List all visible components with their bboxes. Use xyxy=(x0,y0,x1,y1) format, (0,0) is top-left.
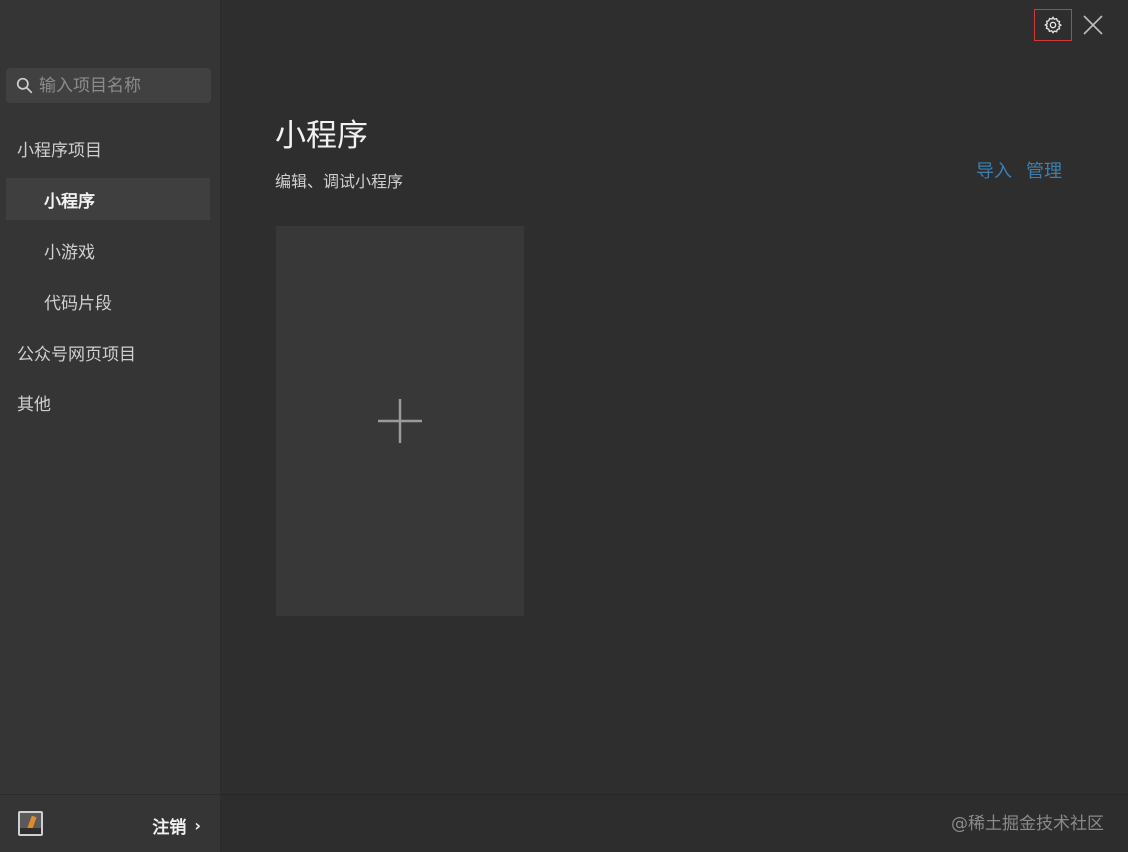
chevron-right-icon: › xyxy=(194,816,201,835)
sidebar-item-label: 代码片段 xyxy=(44,293,112,314)
plus-icon xyxy=(378,399,422,443)
search-input[interactable] xyxy=(39,75,199,96)
sidebar-item-label: 小游戏 xyxy=(44,242,95,263)
sidebar-item-other[interactable]: 其他 xyxy=(0,381,221,423)
avatar-base-shape xyxy=(20,828,41,834)
search-icon xyxy=(16,77,33,94)
logout-button[interactable]: 注销 › xyxy=(152,813,201,838)
close-button[interactable] xyxy=(1078,10,1108,40)
page-title: 小程序 xyxy=(275,118,368,154)
settings-button[interactable] xyxy=(1034,9,1072,41)
sidebar-item-label: 公众号网页项目 xyxy=(17,344,136,365)
sidebar-item-label: 小程序 xyxy=(44,191,95,212)
devtools-window: 小程序项目 小程序 小游戏 代码片段 公众号网页项目 其他 注销 › xyxy=(0,0,1128,852)
gear-icon xyxy=(1044,16,1063,34)
sidebar-item-label: 小程序项目 xyxy=(17,140,102,161)
avatar[interactable] xyxy=(18,811,43,836)
sidebar-item-label: 其他 xyxy=(17,394,51,415)
sidebar-item-miniprogram-projects[interactable]: 小程序项目 xyxy=(0,127,221,169)
manage-link[interactable]: 管理 xyxy=(1026,157,1062,183)
sidebar: 小程序项目 小程序 小游戏 代码片段 公众号网页项目 其他 注销 › xyxy=(0,0,221,852)
footer: @稀土掘金技术社区 xyxy=(222,794,1128,852)
watermark: @稀土掘金技术社区 xyxy=(951,814,1104,834)
page-subtitle: 编辑、调试小程序 xyxy=(275,172,404,191)
sidebar-item-minigame[interactable]: 小游戏 xyxy=(0,229,221,271)
sidebar-item-code-snippets[interactable]: 代码片段 xyxy=(0,280,221,322)
window-controls xyxy=(1034,8,1108,42)
user-bar: 注销 › xyxy=(0,794,221,852)
sidebar-item-miniprogram[interactable]: 小程序 xyxy=(6,178,210,220)
logout-label: 注销 xyxy=(152,818,187,838)
import-link[interactable]: 导入 xyxy=(976,157,1012,183)
close-icon xyxy=(1083,15,1103,35)
sidebar-item-official-account-web[interactable]: 公众号网页项目 xyxy=(0,331,221,373)
new-project-card[interactable] xyxy=(276,226,524,616)
project-actions: 导入 管理 xyxy=(976,157,1062,183)
search-box[interactable] xyxy=(6,68,211,103)
main-panel: 小程序 编辑、调试小程序 导入 管理 @稀土掘金技术社区 xyxy=(222,0,1128,852)
